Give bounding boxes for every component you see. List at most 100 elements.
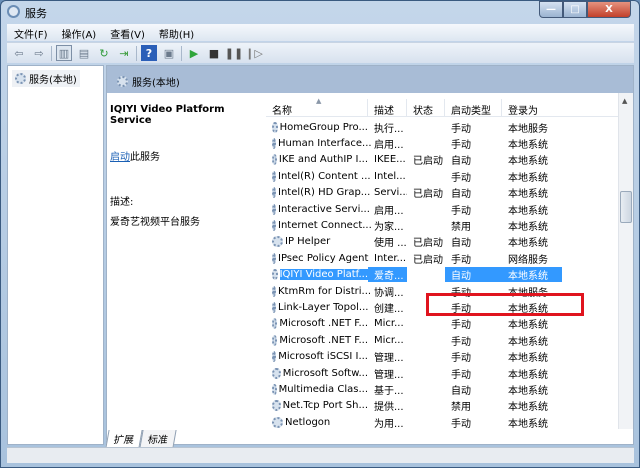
status-bar — [7, 447, 634, 463]
start-service-link[interactable]: 启动 — [110, 152, 130, 163]
log-on-as-cell: 本地系统 — [508, 336, 548, 348]
service-name-cell: Internet Connect... — [278, 220, 372, 232]
console-icon[interactable]: ▣ — [161, 45, 177, 61]
log-on-as-cell: 本地系统 — [508, 353, 548, 365]
start-icon[interactable]: ▶ — [186, 45, 202, 61]
maximize-button[interactable]: □ — [563, 1, 587, 18]
show-tree-icon[interactable]: ▥ — [56, 45, 72, 61]
service-name-cell: Microsoft .NET F... — [279, 334, 368, 346]
column-log-on-as[interactable]: 登录为 — [502, 99, 562, 117]
log-on-as-cell: 本地服务 — [508, 123, 548, 135]
tab-extended[interactable]: 扩展 — [105, 430, 143, 448]
menu-view[interactable]: 查看(V) — [103, 24, 152, 41]
startup-type-cell: 手动 — [451, 369, 471, 381]
startup-type-cell: 自动 — [445, 267, 502, 283]
service-name-cell: KtmRm for Distri... — [278, 285, 372, 297]
help-icon[interactable]: ? — [141, 45, 157, 61]
description-cell: 管理... — [374, 353, 404, 365]
services-window: 服务 — □ X 文件(F) 操作(A) 查看(V) 帮助(H) ⇦ ⇨ ▥ ▤… — [0, 0, 640, 468]
close-button[interactable]: X — [587, 1, 631, 18]
description-cell: Intel... — [374, 170, 406, 182]
service-name-cell: Multimedia Clas... — [278, 383, 368, 395]
service-row[interactable]: Microsoft Softw... 管理... 手动 本地系统 — [266, 365, 618, 381]
log-on-as-cell: 网络服务 — [508, 254, 548, 266]
startup-type-cell: 自动 — [451, 156, 471, 168]
description-cell: 使用 ... — [374, 238, 407, 250]
pause-icon[interactable]: ❚❚ — [225, 45, 243, 61]
menu-file[interactable]: 文件(F) — [7, 24, 55, 41]
services-pane: 服务(本地) IQIYI Video Platform Service 启动此服… — [105, 65, 634, 448]
description-cell: 提供... — [374, 402, 404, 414]
restart-icon[interactable]: ❙▷ — [245, 45, 263, 61]
gear-icon — [272, 285, 276, 297]
service-name-cell: Intel(R) HD Grap... — [278, 187, 371, 199]
status-cell: 已启动 — [413, 156, 443, 168]
log-on-as-cell: 本地系统 — [508, 205, 548, 217]
refresh-icon[interactable]: ↻ — [96, 45, 112, 61]
log-on-as-cell: 本地系统 — [508, 172, 548, 184]
description-cell: 管理... — [374, 369, 404, 381]
service-name-cell: HomeGroup Pro... — [279, 121, 368, 133]
minimize-button[interactable]: — — [539, 1, 563, 18]
vertical-scrollbar[interactable]: ▲ — [618, 93, 633, 429]
service-row[interactable]: Microsoft iSCSI I... 管理... 手动 本地系统 — [266, 348, 618, 364]
service-row[interactable]: Interactive Servi... 启用... 手动 本地系统 — [266, 201, 618, 217]
startup-type-cell: 手动 — [451, 353, 471, 365]
gear-icon — [272, 400, 281, 412]
service-row[interactable]: Intel(R) Content ... Intel... 手动 本地系统 — [266, 168, 618, 184]
description-cell: 执行... — [374, 123, 404, 135]
scroll-up-icon[interactable]: ▲ — [622, 97, 627, 105]
service-row[interactable]: Netlogon 为用... 手动 本地系统 — [266, 414, 618, 430]
menu-action[interactable]: 操作(A) — [55, 24, 104, 41]
forward-icon[interactable]: ⇨ — [31, 45, 47, 61]
service-row[interactable]: IKE and AuthIP I... IKEE... 已启动 自动 本地系统 — [266, 152, 618, 168]
service-row[interactable]: Microsoft .NET F... Micr... 手动 本地系统 — [266, 332, 618, 348]
service-row[interactable]: Multimedia Clas... 基于... 自动 本地系统 — [266, 381, 618, 397]
service-row[interactable]: Net.Tcp Port Sh... 提供... 禁用 本地系统 — [266, 398, 618, 414]
startup-type-cell: 手动 — [451, 418, 471, 430]
service-row[interactable]: IP Helper 使用 ... 已启动 自动 本地系统 — [266, 234, 618, 250]
service-name-cell: Microsoft .NET F... — [279, 318, 368, 330]
gear-icon — [272, 187, 276, 199]
properties-icon[interactable]: ▤ — [76, 45, 92, 61]
service-row[interactable]: IQIYI Video Platf... 爱奇... 自动 本地系统 — [266, 267, 618, 283]
sort-ascending-icon: ▲ — [316, 97, 322, 105]
title-bar: 服务 — □ X — [1, 1, 639, 23]
divider — [51, 45, 52, 61]
startup-type-cell: 手动 — [451, 336, 471, 348]
log-on-as-cell: 本地系统 — [508, 320, 548, 332]
service-details: IQIYI Video Platform Service 启动此服务 描述: 爱… — [110, 104, 265, 228]
service-row[interactable]: HomeGroup Pro... 执行... 手动 本地服务 — [266, 119, 618, 135]
service-name-cell: IPsec Policy Agent — [278, 252, 369, 264]
stop-icon[interactable]: ■ — [206, 45, 222, 61]
menu-help[interactable]: 帮助(H) — [152, 24, 201, 41]
description-cell: IKEE... — [374, 154, 406, 166]
export-icon[interactable]: ⇥ — [116, 45, 132, 61]
log-on-as-cell: 本地系统 — [508, 222, 548, 234]
description-cell: 协调... — [374, 287, 404, 299]
pane-title: 服务(本地) — [132, 78, 180, 89]
toolbar: ⇦ ⇨ ▥ ▤ ↻ ⇥ ? ▣ ▶ ■ ❚❚ ❙▷ — [7, 42, 634, 63]
description-cell: 创建... — [374, 303, 404, 315]
column-name[interactable]: ▲ 名称 — [266, 97, 368, 117]
service-name-cell: Microsoft iSCSI I... — [278, 351, 368, 363]
services-app-icon — [7, 5, 20, 18]
scrollbar-thumb[interactable] — [620, 191, 632, 223]
log-on-as-cell: 本地系统 — [508, 402, 548, 414]
column-description[interactable]: 描述 — [368, 99, 407, 117]
column-startup-type[interactable]: 启动类型 — [445, 99, 502, 117]
service-row[interactable]: Human Interface... 启用... 手动 本地系统 — [266, 135, 618, 151]
service-row[interactable]: Internet Connect... 为家... 禁用 本地系统 — [266, 217, 618, 233]
back-icon[interactable]: ⇦ — [11, 45, 27, 61]
gear-icon — [117, 76, 128, 87]
description-cell: 基于... — [374, 385, 404, 397]
startup-type-cell: 手动 — [451, 205, 471, 217]
service-row[interactable]: IPsec Policy Agent Inter... 已启动 手动 网络服务 — [266, 250, 618, 266]
service-row[interactable]: Microsoft .NET F... Micr... 手动 本地系统 — [266, 316, 618, 332]
status-cell: 已启动 — [413, 238, 443, 250]
tab-standard[interactable]: 标准 — [139, 430, 177, 448]
column-status[interactable]: 状态 — [407, 99, 445, 117]
gear-icon — [272, 301, 276, 313]
tree-item-services-local[interactable]: 服务(本地) — [12, 70, 80, 87]
service-row[interactable]: Intel(R) HD Grap... Servi... 已启动 自动 本地系统 — [266, 185, 618, 201]
